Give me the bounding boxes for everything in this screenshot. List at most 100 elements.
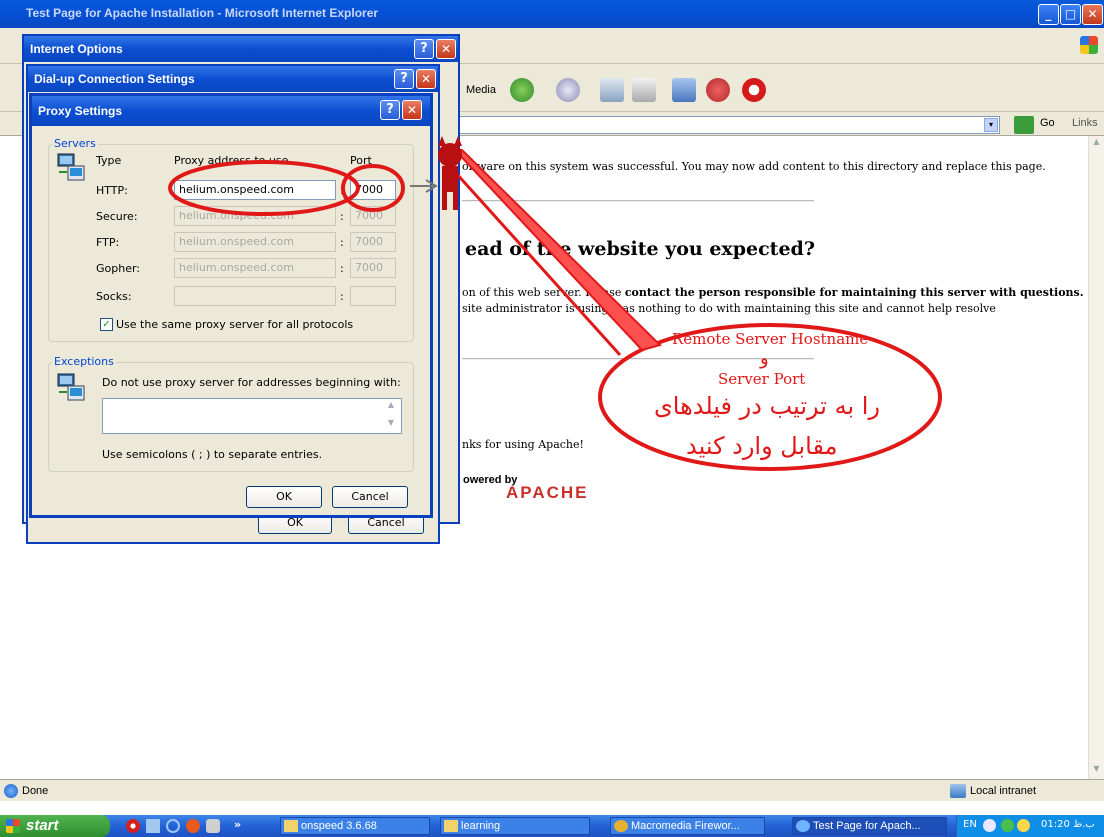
fireworks-icon [614, 820, 628, 832]
cancel-button[interactable]: Cancel [332, 486, 408, 508]
status-bar: Done Local intranet [0, 779, 1104, 801]
quicklaunch-icon-2[interactable] [146, 819, 160, 833]
go-arrow-icon[interactable] [1014, 116, 1034, 134]
socks-label: Socks: [96, 290, 132, 303]
address-column-header: Proxy address to use [174, 154, 289, 167]
colon-separator: : [340, 262, 344, 275]
port-column-header: Port [350, 154, 372, 167]
ie-icon [796, 820, 810, 832]
history-icon[interactable] [510, 78, 534, 102]
same-proxy-label[interactable]: Use the same proxy server for all protoc… [116, 318, 353, 331]
start-label: start [26, 817, 59, 834]
taskbar-item-label: Macromedia Firewor... [631, 820, 740, 832]
gopher-label: Gopher: [96, 262, 141, 275]
folder-icon [284, 820, 298, 832]
tray-icon-3[interactable] [1017, 819, 1030, 832]
quicklaunch-icon-1[interactable] [126, 819, 140, 833]
scroll-up-icon[interactable]: ▲ [1090, 137, 1103, 151]
address-input[interactable]: ▾ [440, 116, 1000, 134]
http-label: HTTP: [96, 184, 128, 197]
ftp-port-input[interactable]: 7000 [350, 232, 396, 252]
http-address-input[interactable]: helium.onspeed.com [174, 180, 336, 200]
annotation-hostname: Remote Server Hostname [672, 330, 869, 348]
http-port-input[interactable]: 7000 [350, 180, 396, 200]
proxy-settings-dialog: Proxy Settings ? ✕ Servers Type Proxy ad… [29, 93, 433, 518]
exceptions-group-label: Exceptions [52, 355, 116, 368]
type-column-header: Type [96, 154, 122, 167]
secure-address-input[interactable]: helium.onspeed.com [174, 206, 336, 226]
language-indicator[interactable]: EN [963, 819, 977, 830]
vertical-scrollbar[interactable]: ▲ ▼ [1088, 136, 1104, 779]
quicklaunch-chevron-icon[interactable]: » [234, 818, 241, 831]
tray-icon-1[interactable] [983, 819, 996, 832]
close-button[interactable]: ✕ [416, 69, 436, 89]
status-text: Done [22, 785, 49, 797]
minimize-button[interactable]: _ [1038, 4, 1059, 25]
close-button[interactable]: ✕ [436, 39, 456, 59]
secure-label: Secure: [96, 210, 138, 223]
help-button[interactable]: ? [380, 100, 400, 120]
links-label[interactable]: Links [1072, 117, 1098, 129]
textarea-scroll-down-icon[interactable]: ▼ [384, 418, 398, 432]
opera-icon[interactable] [742, 78, 766, 102]
paragraph-bold: contact the person responsible for maint… [624, 286, 1084, 299]
gopher-port-input[interactable]: 7000 [350, 258, 396, 278]
address-dropdown-icon[interactable]: ▾ [984, 118, 998, 132]
go-label[interactable]: Go [1040, 117, 1055, 129]
maximize-button[interactable]: □ [1060, 4, 1081, 25]
servers-group-label: Servers [52, 137, 98, 150]
help-button[interactable]: ? [394, 69, 414, 89]
windows-flag-icon [6, 819, 20, 833]
taskbar-item[interactable]: learning [440, 817, 590, 835]
network-computers-icon [56, 372, 88, 404]
divider [462, 200, 814, 202]
ok-button[interactable]: OK [246, 486, 322, 508]
network-computers-icon [56, 152, 88, 184]
socks-address-input[interactable] [174, 286, 336, 306]
close-button[interactable]: ✕ [1082, 4, 1103, 25]
intranet-icon [950, 784, 966, 798]
browser-titlebar: Test Page for Apache Installation - Micr… [0, 0, 1104, 28]
folder-icon [444, 820, 458, 832]
quicklaunch-icon-3[interactable] [166, 819, 180, 833]
messenger-icon[interactable] [672, 78, 696, 102]
apache-logo[interactable]: APACHE [506, 483, 589, 503]
start-button[interactable]: start [0, 815, 110, 837]
colon-separator: : [340, 236, 344, 249]
taskbar-item[interactable]: Macromedia Firewor... [610, 817, 765, 835]
quicklaunch-icon-5[interactable] [206, 819, 220, 833]
media-button[interactable]: Media [466, 84, 496, 96]
annotation-persian-1: را به ترتیب در فیلدهای [654, 392, 881, 420]
ftp-label: FTP: [96, 236, 120, 249]
edit-icon[interactable] [632, 78, 656, 102]
paragraph-line-1: on of this web server. Please contact th… [462, 286, 1084, 299]
exceptions-description: Do not use proxy server for addresses be… [102, 376, 401, 389]
socks-port-input[interactable] [350, 286, 396, 306]
zone-text: Local intranet [970, 785, 1037, 797]
print-icon[interactable] [600, 78, 624, 102]
gopher-address-input[interactable]: helium.onspeed.com [174, 258, 336, 278]
semicolon-hint: Use semicolons ( ; ) to separate entries… [102, 448, 323, 461]
scroll-down-icon[interactable]: ▼ [1090, 764, 1103, 778]
quicklaunch-icon-4[interactable] [186, 819, 200, 833]
secure-port-input[interactable]: 7000 [350, 206, 396, 226]
plugin-icon[interactable] [706, 78, 730, 102]
exceptions-textarea[interactable] [102, 398, 402, 434]
ie-page-icon [4, 784, 18, 798]
help-button[interactable]: ? [414, 39, 434, 59]
colon-separator: : [340, 210, 344, 223]
same-proxy-checkbox[interactable]: ✓ [100, 318, 113, 331]
textarea-scroll-up-icon[interactable]: ▲ [384, 400, 398, 414]
dialog-title: Internet Options [24, 36, 458, 62]
windows-logo-icon [1080, 36, 1098, 54]
taskbar-item[interactable]: Test Page for Apach... [792, 817, 947, 835]
annotation-port: Server Port [718, 370, 806, 388]
close-button[interactable]: ✕ [402, 100, 422, 120]
mail-icon[interactable] [556, 78, 580, 102]
taskbar-item-label: learning [461, 820, 501, 832]
paragraph-text: on of this web server. Please [462, 286, 625, 299]
taskbar-item-label: Test Page for Apach... [813, 820, 921, 832]
taskbar-item[interactable]: onspeed 3.6.68 [280, 817, 430, 835]
ftp-address-input[interactable]: helium.onspeed.com [174, 232, 336, 252]
tray-icon-2[interactable] [1001, 819, 1014, 832]
